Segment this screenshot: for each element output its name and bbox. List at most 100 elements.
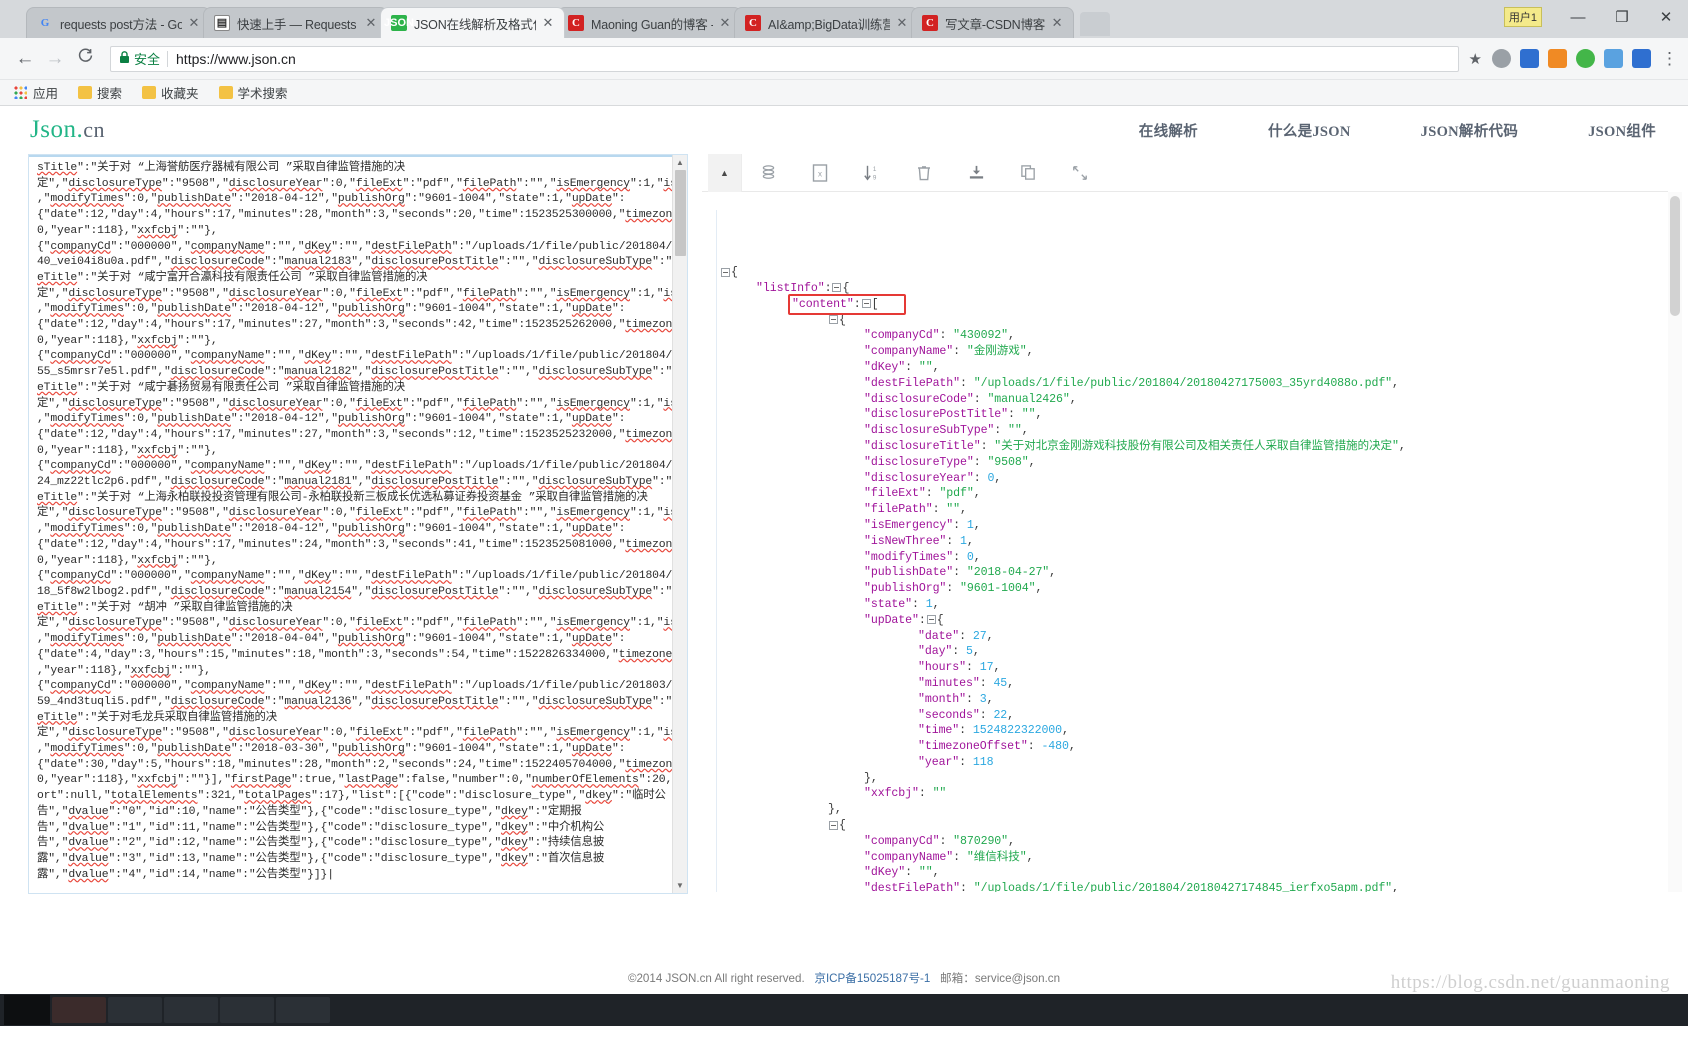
browser-tab[interactable]: ▤ 快速上手 — Requests 2 ✕ (203, 7, 388, 38)
tree-scrollbar[interactable] (1668, 192, 1682, 892)
extension-icon-5[interactable] (1604, 49, 1623, 68)
folder-icon (142, 86, 157, 99)
json-tree-row: "filePath": "", (702, 502, 1668, 518)
json-input-line: eTitle":"关于对 “上海永柏联投投资管理有限公司-永柏联投新三板成长优选… (37, 491, 648, 504)
extension-icon-3[interactable] (1548, 49, 1567, 68)
taskbar-item[interactable] (108, 997, 162, 1023)
close-icon[interactable]: ✕ (1049, 15, 1065, 31)
bookmark-label: 收藏夹 (161, 87, 199, 101)
scrollbar-thumb[interactable] (675, 170, 686, 256)
extension-icon-1[interactable] (1492, 49, 1511, 68)
collapse-all-icon[interactable] (1054, 154, 1106, 192)
user-badge[interactable]: 用户1 (1503, 7, 1542, 27)
tree-collapse-toggle-icon[interactable] (832, 283, 842, 293)
json-input-pane[interactable]: sTitle":"关于对 “上海誉舫医疗器械有限公司 ”采取自律监管措施的决 定"… (28, 154, 688, 894)
tab-label: AI&amp;BigData训练营 (768, 17, 890, 32)
nav-item-what-is-json[interactable]: 什么是JSON (1268, 120, 1351, 141)
scroll-up-icon[interactable]: ▲ (673, 155, 687, 170)
new-tab-button[interactable] (1080, 12, 1111, 36)
bookmark-folder-search[interactable]: 搜索 (78, 83, 122, 102)
json-input-textarea[interactable]: sTitle":"关于对 “上海誉舫医疗器械有限公司 ”采取自律监管措施的决 定"… (29, 157, 687, 893)
download-icon[interactable] (950, 154, 1002, 192)
json-key: "filePath" (864, 503, 933, 517)
json-tree-view[interactable]: {"listInfo":{"content":[{"companyCd": "4… (702, 192, 1668, 892)
json-punctuation: { (839, 819, 846, 833)
bookmark-apps[interactable]: 应用 (14, 83, 58, 102)
sort-icon[interactable]: 19 (846, 154, 898, 192)
tab-label: Maoning Guan的博客 - (591, 17, 713, 32)
bookmark-folder-favorites[interactable]: 收藏夹 (142, 83, 199, 102)
taskbar-item[interactable] (220, 997, 274, 1023)
browser-tab[interactable]: C AI&amp;BigData训练营 ✕ (734, 7, 919, 38)
json-key: "companyName" (864, 345, 954, 359)
minimize-icon[interactable]: — (1556, 9, 1600, 26)
nav-item-online-parse[interactable]: 在线解析 (1139, 120, 1198, 141)
trash-icon[interactable] (898, 154, 950, 192)
secure-label: 安全 (134, 52, 161, 67)
json-punctuation: , (1062, 724, 1069, 738)
nav-item-json-components[interactable]: JSON组件 (1588, 120, 1656, 141)
scroll-down-icon[interactable]: ▼ (673, 878, 687, 893)
bookmark-label: 学术搜索 (237, 87, 288, 101)
tree-collapse-toggle-icon[interactable] (926, 615, 936, 625)
tree-collapse-toggle-icon[interactable] (829, 820, 838, 830)
bookmark-label: 应用 (33, 87, 59, 101)
json-punctuation: : (953, 550, 967, 564)
browser-tab[interactable]: G requests post方法 - Go ✕ (26, 7, 211, 38)
format-database-icon[interactable] (742, 154, 794, 192)
json-input-line: 告","dvalue":"0","id":10,"name":"公告类型"},{… (37, 805, 582, 818)
taskbar-item[interactable] (164, 997, 218, 1023)
json-punctuation: , (1392, 376, 1399, 390)
extension-icon-6[interactable] (1632, 49, 1651, 68)
json-input-line: {"companyCd":"000000","companyName":"","… (37, 570, 687, 583)
scrollbar-thumb[interactable] (1670, 196, 1680, 316)
json-input-line: 0,"year":118},"xxfcbj":""}, (37, 224, 218, 237)
editor-scrollbar[interactable]: ▲ ▼ (672, 155, 687, 893)
excel-export-icon[interactable]: x (794, 154, 846, 192)
start-button[interactable] (4, 995, 50, 1025)
browser-tab[interactable]: C 写文章-CSDN博客 ✕ (911, 7, 1075, 38)
json-input-line: 定","disclosureType":"9508","disclosureYe… (37, 177, 687, 190)
footer-icp-link[interactable]: 京ICP备15025187号-1 (814, 972, 930, 985)
close-icon[interactable]: ✕ (894, 15, 910, 31)
tree-collapse-toggle-icon[interactable] (721, 267, 730, 277)
tree-collapse-toggle-icon[interactable] (829, 315, 838, 325)
footer-mail-label: 邮箱： (940, 972, 975, 985)
bookmark-star-icon[interactable]: ★ (1469, 50, 1482, 68)
json-punctuation: : (1008, 408, 1022, 422)
bookmark-label: 搜索 (97, 87, 123, 101)
window-close-icon[interactable]: ✕ (1644, 8, 1688, 26)
taskbar-item[interactable] (276, 997, 330, 1023)
close-icon[interactable]: ✕ (717, 15, 733, 31)
reload-icon[interactable] (70, 47, 100, 70)
extension-icon-4[interactable] (1576, 49, 1595, 68)
json-punctuation: , (1026, 850, 1034, 864)
copy-icon[interactable] (1002, 154, 1054, 192)
json-string-value: "" (932, 787, 947, 801)
site-logo[interactable]: Json.cn (30, 116, 105, 144)
back-icon[interactable]: ← (10, 48, 40, 70)
site-header: Json.cn 在线解析 什么是JSON JSON解析代码 JSON组件 (0, 106, 1688, 154)
nav-item-json-parse-code[interactable]: JSON解析代码 (1421, 120, 1518, 141)
chrome-menu-icon[interactable]: ⋮ (1661, 49, 1678, 69)
json-punctuation: : (918, 613, 926, 627)
taskbar-item[interactable] (52, 997, 106, 1023)
json-tree-row: "dKey": "", (702, 360, 1668, 376)
json-tree-row: "timezoneOffset": -480, (702, 739, 1668, 755)
address-bar[interactable]: 安全 https://www.json.cn (110, 45, 1459, 72)
tree-collapse-toggle-icon[interactable] (861, 299, 871, 309)
json-punctuation: , (973, 550, 981, 564)
close-icon[interactable]: ✕ (186, 15, 202, 31)
close-icon[interactable]: ✕ (540, 15, 556, 31)
browser-tab[interactable]: C Maoning Guan的博客 - ✕ (557, 7, 742, 38)
close-icon[interactable]: ✕ (363, 15, 379, 31)
tab-strip: G requests post方法 - Go ✕ ▤ 快速上手 — Reques… (0, 0, 1688, 38)
collapse-panel-button[interactable]: ▲ (708, 153, 742, 192)
forward-icon[interactable]: → (40, 48, 70, 70)
bookmark-folder-scholar[interactable]: 学术搜索 (218, 83, 288, 102)
browser-tab-active[interactable]: JSON JSON在线解析及格式化 ✕ (380, 7, 565, 38)
json-tree-row: "disclosureSubType": "", (702, 423, 1668, 439)
extension-icon-2[interactable] (1520, 49, 1539, 68)
maximize-icon[interactable]: ❐ (1600, 8, 1644, 26)
csdn-icon: C (922, 15, 938, 31)
